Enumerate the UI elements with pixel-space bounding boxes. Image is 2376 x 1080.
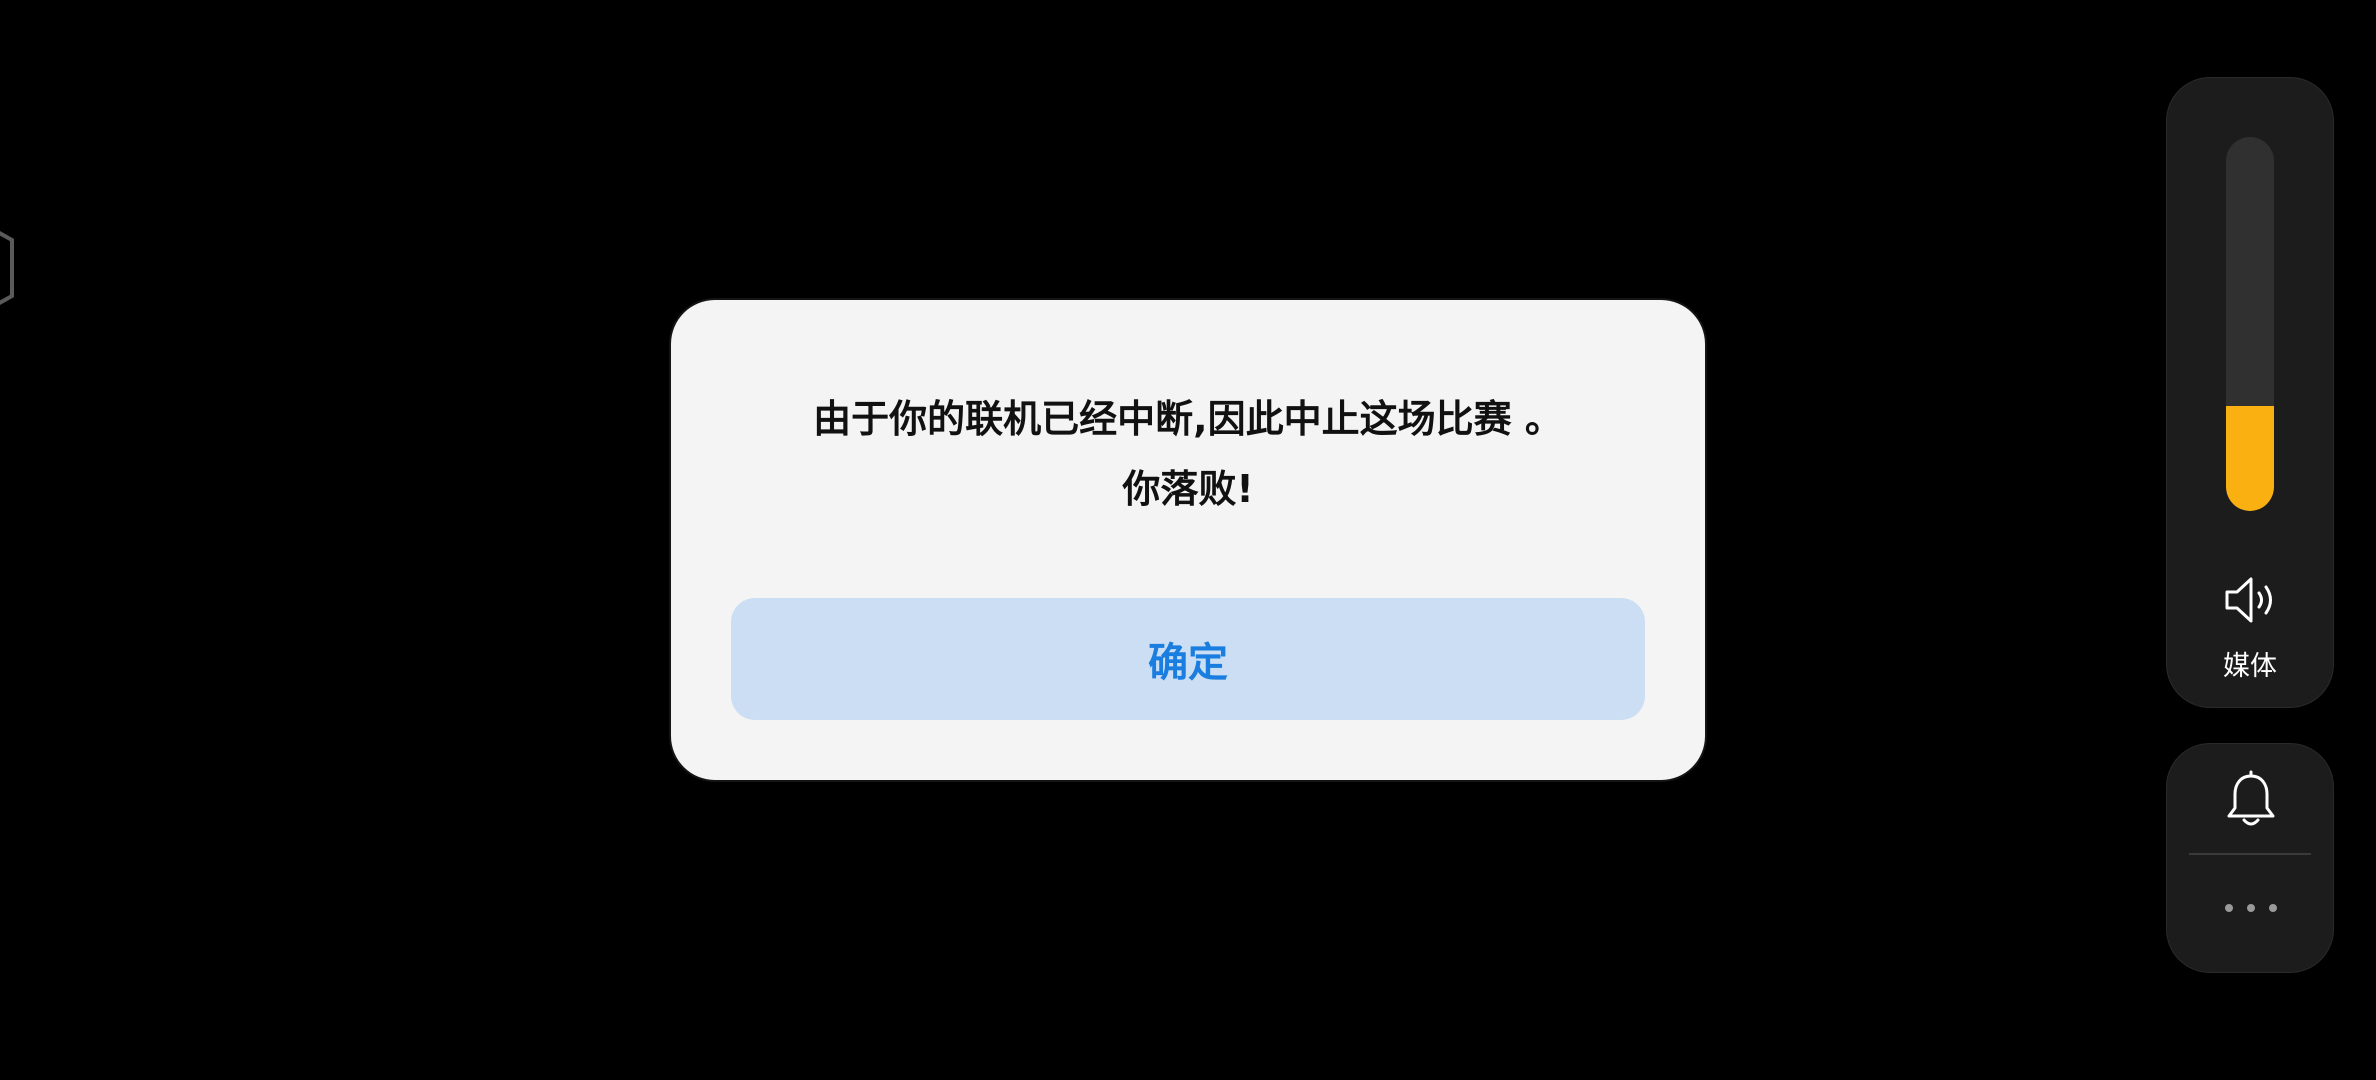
edge-handle-icon[interactable] [0,218,14,318]
volume-slider[interactable] [2226,137,2274,511]
bell-icon[interactable] [2223,770,2279,832]
volume-level-fill [2226,406,2274,511]
confirm-button[interactable]: 确定 [731,598,1645,720]
game-screen: 由于你的联机已经中断,因此中止这场比赛 。 你落败! 确定 媒体 [0,0,2376,1080]
volume-panel: 媒体 [2166,77,2334,708]
more-icon[interactable] [2221,902,2281,914]
game-over-dialog: 由于你的联机已经中断,因此中止这场比赛 。 你落败! 确定 [671,300,1705,780]
dialog-message: 由于你的联机已经中断,因此中止这场比赛 。 你落败! [671,384,1705,524]
quick-actions-panel [2166,743,2334,973]
message-line-1: 由于你的联机已经中断,因此中止这场比赛 。 [813,397,1563,441]
message-line-2: 你落败! [1122,467,1254,511]
media-label: 媒体 [2223,651,2277,682]
panel-divider [2189,853,2311,855]
speaker-icon[interactable] [2223,575,2279,625]
